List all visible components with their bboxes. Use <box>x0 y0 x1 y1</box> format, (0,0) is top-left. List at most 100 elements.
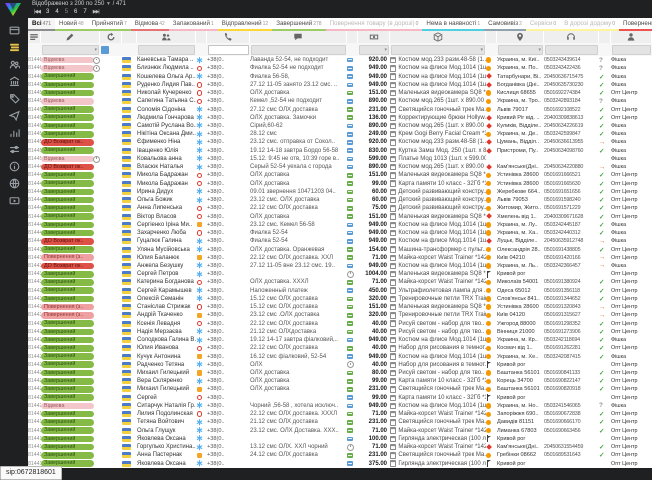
shown-range-label[interactable]: Відображено з 200 по 250 ▼ / 471 <box>32 1 126 7</box>
sidebar-clients-icon[interactable] <box>8 58 21 71</box>
status-badge[interactable]: ДО Возврат ок.. <box>41 238 94 245</box>
order-row[interactable]: 814444ЗавершенийАнна Липенська+38(0..22.… <box>28 204 652 212</box>
client-filter[interactable] <box>138 45 195 55</box>
status-badge[interactable]: Завершений <box>41 287 94 294</box>
comment-filter[interactable] <box>251 45 346 55</box>
status-badge[interactable]: Завершений <box>41 370 94 377</box>
status-badge[interactable]: Завершений <box>41 337 94 344</box>
order-row[interactable]: 814431Повернення (з..Андрій Ткаченко+38(… <box>28 311 652 319</box>
status-badge[interactable]: Відмова <box>41 98 94 105</box>
status-badge[interactable]: Завершений <box>41 82 94 89</box>
order-row[interactable]: 814450ВідмоваКовальова анна∗+38(0..15.12… <box>28 155 652 163</box>
status-badge[interactable]: Завершений <box>41 172 94 179</box>
ttn-filter[interactable] <box>545 45 598 55</box>
col-rows-icon[interactable] <box>28 31 41 43</box>
col-phone-icon[interactable] <box>207 31 250 43</box>
sidebar-stats-icon[interactable] <box>8 126 21 139</box>
status-badge[interactable]: Завершений <box>41 189 94 196</box>
tab-Нема в наявності[interactable]: Нема в наявності1 <box>422 18 484 31</box>
sidebar-web-icon[interactable] <box>8 177 21 190</box>
order-row[interactable]: 814423ЗавершенийВера Скляренко∗+38(0..ОЛ… <box>28 377 652 385</box>
sidebar-mailing-icon[interactable] <box>8 109 21 122</box>
tab-Самовивіз[interactable]: Самовивіз2 <box>484 18 526 31</box>
status-badge[interactable]: Завершений <box>41 378 94 385</box>
order-row[interactable]: 814434ЗавершенийСергей Карамышев∗+38(0..… <box>28 287 652 295</box>
order-row[interactable]: 814417ЗавершенийОльга Глущук∗+38(0..23.1… <box>28 427 652 435</box>
order-row[interactable]: 814449ДО Возврат ок..Власюк Наталья∗+38(… <box>28 163 652 171</box>
sidebar-orders-list-icon[interactable] <box>8 41 21 54</box>
status-badge[interactable]: Завершений <box>41 353 94 360</box>
col-product-icon[interactable] <box>390 31 486 43</box>
col-call-icon[interactable] <box>544 31 599 43</box>
order-row[interactable]: 814413ЗавершенийЯковлева Оксана∗+38(0..3… <box>28 459 652 467</box>
status-badge[interactable]: Повернення (з.. <box>41 304 94 311</box>
status-badge[interactable]: Завершений <box>41 114 94 121</box>
order-row[interactable]: 814456ЗавершенийСоломія Сідоніна∗+38(0..… <box>28 105 652 113</box>
order-row[interactable]: 814437ДО Возврат ок..Анжела Безушку∗+38(… <box>28 262 652 270</box>
tab-Відмова[interactable]: Відмова42 <box>131 18 169 31</box>
order-row[interactable]: 814461ВідмоваБлизнюк Людмила ..+38(0..Фи… <box>28 64 652 72</box>
col-edit-icon[interactable] <box>41 31 100 43</box>
order-row[interactable]: 814455ЗавершенийЛюдмила Гончарова∗+38(0.… <box>28 114 652 122</box>
status-badge[interactable]: Завершений <box>41 394 94 401</box>
tab-Завершений[interactable]: Завершений278 <box>272 18 325 31</box>
status-badge[interactable]: Завершений <box>41 147 94 154</box>
col-address-icon[interactable] <box>497 31 544 43</box>
sum-filter[interactable] <box>359 45 389 55</box>
app-logo-icon[interactable] <box>4 2 22 17</box>
status-badge[interactable]: Відмова <box>41 57 94 64</box>
product-filter[interactable] <box>391 45 485 55</box>
order-row[interactable]: 814457ВідмоваСапегина Татьяна С..+38(0..… <box>28 97 652 105</box>
order-row[interactable]: 814425ЗавершенийРадченко Тетяна∗+38(0..О… <box>28 361 652 369</box>
status-badge[interactable]: ДО Возврат ок.. <box>41 263 94 270</box>
status-badge[interactable]: Завершений <box>41 452 94 459</box>
order-row[interactable]: 814420ВідмоваСитарчук Наталія Гр..∗+38(0… <box>28 402 652 410</box>
status-badge[interactable]: ДО Возврат ок.. <box>41 164 94 171</box>
order-row[interactable]: 814454ЗавершенийСамотій Руслана Во..∗+38… <box>28 122 652 130</box>
status-badge[interactable]: Відмова <box>41 403 94 410</box>
order-row[interactable]: 814445ЗавершенийОльга Божик∗+38(0..23.12… <box>28 196 652 204</box>
order-row[interactable]: 814429ЗавершенийНадія Мерзаєва∗+38(0..21… <box>28 328 652 336</box>
order-row[interactable]: 814438Повернення (з..Юлия Баланюк+38(0..… <box>28 254 652 262</box>
status-badge[interactable]: Завершений <box>41 419 94 426</box>
status-badge[interactable]: Завершений <box>41 205 94 212</box>
status-badge[interactable]: Завершений <box>41 345 94 352</box>
col-manager-icon[interactable] <box>611 31 652 43</box>
order-row[interactable]: 814446ЗавершенийИрина Дидух∗+38(0..09.01… <box>28 188 652 196</box>
order-row[interactable]: 814435ЗавершенийКатерина Богданова+38(0.… <box>28 278 652 286</box>
order-row[interactable]: 814433ЗавершенийОлексій Семанін∗+38(0..1… <box>28 295 652 303</box>
status-badge[interactable]: Завершений <box>41 180 94 187</box>
tab-Відправлений[interactable]: Відправлений12 <box>218 18 272 31</box>
status-badge[interactable]: Завершений <box>41 106 94 113</box>
status-badge[interactable]: Завершений <box>41 131 94 138</box>
col-comment-icon[interactable] <box>250 31 347 43</box>
address-filter[interactable] <box>498 45 543 55</box>
first-page-button[interactable]: |◀◀ <box>34 9 40 15</box>
sidebar-company-icon[interactable] <box>8 75 21 88</box>
status-badge[interactable]: Завершений <box>41 271 94 278</box>
order-row[interactable]: 814439ЗавершенийУляна Мусійовська∗+38(0.… <box>28 245 652 253</box>
order-row[interactable]: 814460ЗавершенийКошелева Ольга Ар..∗+38(… <box>28 72 652 80</box>
status-badge[interactable]: Завершений <box>41 279 94 286</box>
status-badge[interactable]: Відмова <box>41 65 94 72</box>
tab-Повернення товару (в дорозі)[interactable]: Повернення товару (в дорозі)0 <box>326 18 423 31</box>
sidebar-video-icon[interactable] <box>8 194 21 207</box>
order-row[interactable]: 814418ЗавершенийТетяна Войтович∗+38(0..2… <box>28 418 652 426</box>
status-badge[interactable]: Відмова <box>41 156 94 163</box>
order-row[interactable]: 814436ЗавершенийСергей Петров∗+38(0..100… <box>28 270 652 278</box>
order-row[interactable]: 814422ЗавершенийМихаил Гилецький+38(0..О… <box>28 385 652 393</box>
order-row[interactable]: 814432Повернення (з..Станіслав Стрижак+3… <box>28 303 652 311</box>
status-badge[interactable]: Завершений <box>41 197 94 204</box>
status-badge[interactable]: ДО Возврат ок.. <box>41 139 94 146</box>
tab-В дорозі додому[interactable]: В дорозі додому0 <box>560 18 619 31</box>
status-badge[interactable]: Завершений <box>41 436 94 443</box>
order-row[interactable]: 814440ДО Возврат ок..Гуцалюк Галина∗+38(… <box>28 237 652 245</box>
status-badge[interactable]: Завершений <box>41 444 94 451</box>
order-row[interactable]: 814443ЗавершенийВіктор Власов+38(0..ОЛХ … <box>28 212 652 220</box>
tab-Новий[interactable]: Новий48 <box>55 18 88 31</box>
order-row[interactable]: 814426ЗавершенийКучук Антонина+38(0..16.… <box>28 352 652 360</box>
status-badge[interactable]: Завершений <box>41 230 94 237</box>
page-3-button[interactable]: 3 <box>46 9 49 15</box>
status-badge[interactable]: Завершений <box>41 90 94 97</box>
tab-Всі[interactable]: Всі471 <box>28 18 55 31</box>
